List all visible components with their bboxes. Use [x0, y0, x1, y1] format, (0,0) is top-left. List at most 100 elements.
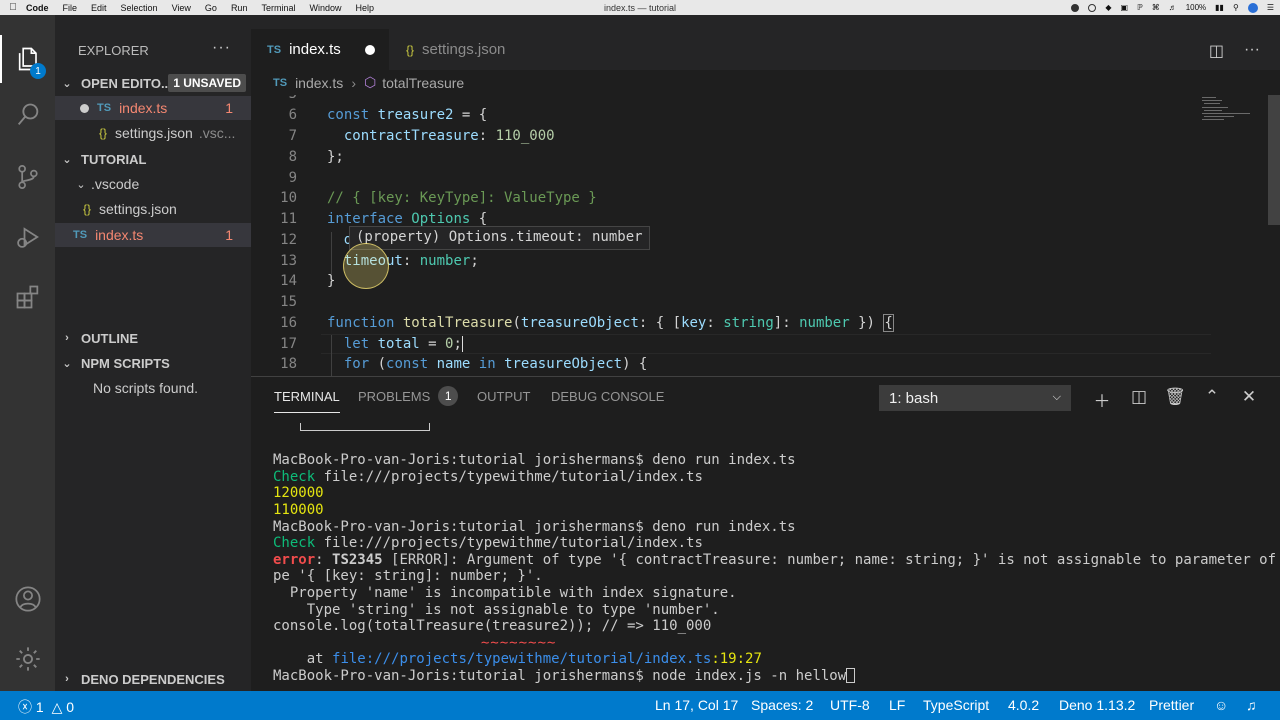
editor-scrollbar[interactable]	[1268, 95, 1280, 225]
new-terminal-icon[interactable]: ＋	[1090, 387, 1114, 412]
terminal-box-fragment	[300, 423, 430, 431]
extensions-button[interactable]	[0, 273, 55, 321]
minimap[interactable]	[1192, 95, 1272, 135]
feedback-icon[interactable]: ☺	[1214, 697, 1228, 713]
open-editor-item-index-ts[interactable]: TS index.ts 1	[55, 96, 251, 120]
user-avatar[interactable]	[1247, 2, 1258, 13]
deno-version[interactable]: Deno 1.13.2	[1059, 697, 1135, 713]
tab-index-ts[interactable]: TS index.ts	[251, 29, 389, 70]
stack-link[interactable]: file:///projects/typewithme/tutorial/ind…	[332, 651, 711, 667]
file-name: index.ts	[95, 227, 144, 243]
tab-label: settings.json	[422, 41, 506, 58]
run-debug-button[interactable]	[0, 213, 55, 261]
maximize-panel-icon[interactable]: ⌃	[1200, 387, 1224, 407]
account-icon	[14, 586, 41, 612]
method-cube-icon: ⬡	[363, 74, 377, 90]
prettier-status[interactable]: Prettier	[1149, 697, 1194, 713]
npm-scripts-section[interactable]: ⌄ NPM SCRIPTS	[55, 351, 251, 375]
line-number: 17	[280, 336, 297, 352]
record-icon[interactable]	[1071, 3, 1080, 12]
chevron-right-icon: ›	[65, 673, 69, 685]
spotlight-icon[interactable]: ⚲	[1233, 3, 1239, 12]
tab-debug-console[interactable]: DEBUG CONSOLE	[551, 389, 664, 413]
clock-icon[interactable]	[1088, 3, 1097, 12]
tab-problems[interactable]: PROBLEMS 1	[358, 386, 459, 413]
battery-label[interactable]: 100%	[1186, 3, 1206, 12]
search-button[interactable]	[0, 91, 55, 139]
menu-help[interactable]: Help	[355, 3, 374, 13]
terminal-line: ∼∼∼∼∼∼∼∼	[273, 635, 1263, 652]
volume-icon[interactable]: ♬	[1169, 3, 1177, 12]
end-of-line[interactable]: LF	[889, 697, 905, 713]
bluetooth-icon[interactable]: ℙ	[1137, 3, 1143, 12]
menu-file[interactable]: File	[63, 3, 78, 13]
open-editors-section[interactable]: ⌄ OPEN EDITO... 1 UNSAVED	[55, 71, 251, 95]
text-cursor	[461, 336, 463, 352]
menu-view[interactable]: View	[172, 3, 191, 13]
deno-dependencies-section[interactable]: › DENO DEPENDENCIES	[55, 667, 251, 691]
breadcrumb-file[interactable]: index.ts	[295, 75, 343, 91]
menu-edit[interactable]: Edit	[91, 3, 107, 13]
menu-code[interactable]: Code	[26, 3, 49, 13]
file-name: settings.json	[99, 201, 177, 217]
check-label: Check	[273, 535, 316, 552]
menu-terminal[interactable]: Terminal	[261, 3, 295, 13]
terminal-select[interactable]: 1: bash ⌵	[879, 385, 1071, 411]
ts-version[interactable]: 4.0.2	[1008, 697, 1039, 713]
manage-button[interactable]	[0, 635, 55, 683]
stack-prefix: at	[273, 651, 333, 668]
error-message: [ERROR]: Argument of type '{ contractTre…	[382, 551, 1280, 568]
file-index-ts[interactable]: TS index.ts 1	[55, 223, 251, 247]
dropbox-icon[interactable]: ◆	[1105, 3, 1111, 12]
more-actions-icon[interactable]: ···	[1244, 41, 1260, 61]
source-control-button[interactable]	[0, 153, 55, 201]
split-editor-icon[interactable]: ◫	[1209, 41, 1224, 61]
language-mode[interactable]: TypeScript	[923, 697, 989, 713]
close-panel-icon[interactable]: ✕	[1237, 387, 1261, 407]
notification-center-icon[interactable]: ☰	[1267, 3, 1274, 12]
cursor-position[interactable]: Ln 17, Col 17	[655, 697, 738, 713]
display-icon[interactable]: ▣	[1121, 3, 1129, 12]
file-settings-json[interactable]: {} settings.json	[55, 197, 251, 221]
explorer-button[interactable]: 1	[0, 35, 55, 83]
tutorial-section[interactable]: ⌄ TUTORIAL	[55, 147, 251, 171]
tab-settings-json[interactable]: {} settings.json	[390, 29, 545, 70]
battery-icon[interactable]: ▮▮	[1215, 3, 1224, 12]
stack-location: :19:27	[711, 651, 762, 668]
encoding[interactable]: UTF-8	[830, 697, 870, 713]
tab-problems-label: PROBLEMS	[358, 389, 431, 404]
mouse-cursor-highlight	[343, 243, 389, 289]
split-terminal-icon[interactable]: ◫	[1127, 387, 1151, 407]
token: treasureObject	[504, 356, 623, 372]
folder-vscode[interactable]: ⌄ .vscode	[55, 172, 251, 196]
indentation[interactable]: Spaces: 2	[751, 697, 813, 713]
token: totalTreasure	[402, 315, 513, 331]
extensions-icon	[16, 285, 38, 309]
apple-icon[interactable]: 	[0, 2, 26, 13]
code-editor[interactable]: 5 6 7 8 9 10 11 12 13 14 15 16 17 18 con…	[251, 95, 1280, 376]
wifi-icon[interactable]: ⌘	[1152, 3, 1160, 12]
accounts-button[interactable]	[0, 575, 55, 623]
outline-label: OUTLINE	[81, 330, 139, 346]
tab-output[interactable]: OUTPUT	[477, 389, 530, 413]
trash-icon[interactable]: 🗑	[1163, 387, 1187, 407]
bell-icon[interactable]: ♫	[1246, 697, 1257, 713]
outline-section[interactable]: › OUTLINE	[55, 326, 251, 350]
dirty-dot-icon[interactable]	[80, 103, 89, 113]
token: for	[343, 356, 370, 372]
check-label: Check	[273, 468, 316, 485]
unsaved-dot-icon[interactable]	[365, 44, 375, 55]
breadcrumb-symbol[interactable]: totalTreasure	[382, 75, 464, 91]
tab-terminal[interactable]: TERMINAL	[274, 389, 340, 413]
line-number: 5	[251, 95, 297, 102]
panel-tabs: TERMINAL PROBLEMS 1 OUTPUT DEBUG CONSOLE …	[251, 377, 1280, 419]
problems-status[interactable]: ⓧ 1 △ 0	[18, 697, 74, 717]
menu-run[interactable]: Run	[231, 3, 248, 13]
open-editor-item-settings-json[interactable]: {} settings.json .vsc...	[55, 121, 251, 145]
menu-go[interactable]: Go	[205, 3, 217, 13]
menu-window[interactable]: Window	[309, 3, 341, 13]
terminal-output[interactable]: MacBook-Pro-van-Joris:tutorial jorisherm…	[273, 419, 1276, 685]
more-actions-icon[interactable]: ···	[212, 39, 231, 57]
menu-selection[interactable]: Selection	[121, 3, 158, 13]
open-editor-filename: index.ts	[119, 100, 168, 116]
